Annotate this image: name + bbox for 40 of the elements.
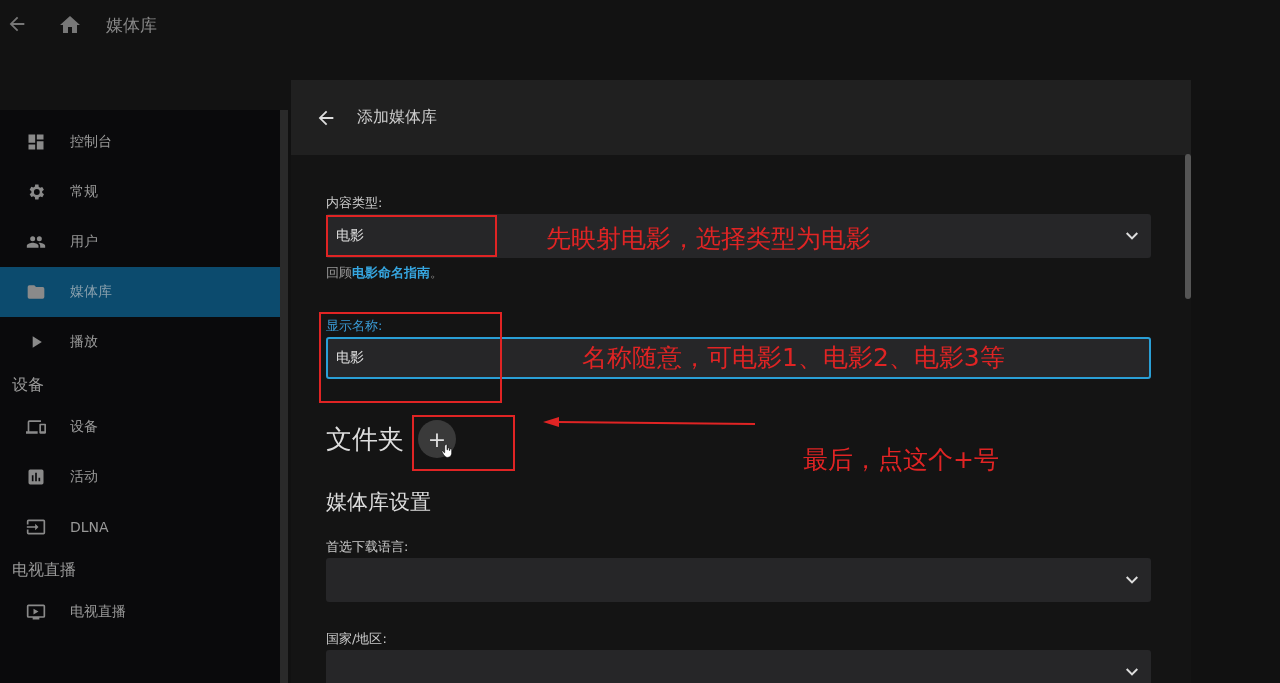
dialog-title: 添加媒体库 [357,107,437,128]
annotation-text: 名称随意，可电影1、电影2、电影3等 [582,342,1005,374]
sidebar-item[interactable]: 常规 [0,167,280,217]
chevron-down-icon [1126,232,1138,240]
bar-chart-icon [26,467,46,487]
sidebar-item[interactable]: 电视直播 [0,587,280,637]
tv-icon [26,602,46,622]
section-heading: 设备 [11,374,45,396]
dropdown-select[interactable] [326,558,1151,602]
scrollbar-track[interactable] [280,110,288,683]
dashboard-icon [26,132,46,152]
sidebar-item[interactable]: 设备 [0,402,280,452]
chevron-down-icon [1126,668,1138,676]
hint-text: 。 [430,265,443,280]
section-heading: 媒体库设置 [326,489,432,516]
scrollbar-thumb[interactable] [1185,154,1191,299]
devices-icon [26,417,46,437]
field-label: 首选下载语言: [326,538,410,556]
sidebar-item[interactable]: 播放 [0,317,280,367]
page-title: 媒体库 [106,14,157,37]
annotation-text: 最后，点这个+号 [803,444,999,476]
sidebar-item[interactable]: DLNA [0,502,280,552]
folder-icon [26,282,46,302]
section-heading: 电视直播 [11,559,77,581]
sidebar-item[interactable]: 活动 [0,452,280,502]
chevron-down-icon [1126,576,1138,584]
field-label: 内容类型: [326,194,384,212]
content-type-select[interactable]: 电影 先映射电影，选择类型为电影 [326,214,1151,258]
sidebar-item[interactable]: 媒体库 [0,267,280,317]
sidebar-item[interactable]: 用户 [0,217,280,267]
input-icon [26,517,46,537]
field-label: 显示名称: [326,317,384,335]
sidebar-item[interactable]: 控制台 [0,117,280,167]
section-heading: 文件夹 [326,422,404,456]
field-label: 国家/地区: [326,630,388,648]
dropdown-select[interactable] [326,650,1151,683]
annotation-text: 先映射电影，选择类型为电影 [546,223,871,255]
hint-text: 回顾 [326,265,352,280]
add-folder-button[interactable]: + [418,420,456,458]
naming-guide-link[interactable]: 电影命名指南 [352,265,430,280]
